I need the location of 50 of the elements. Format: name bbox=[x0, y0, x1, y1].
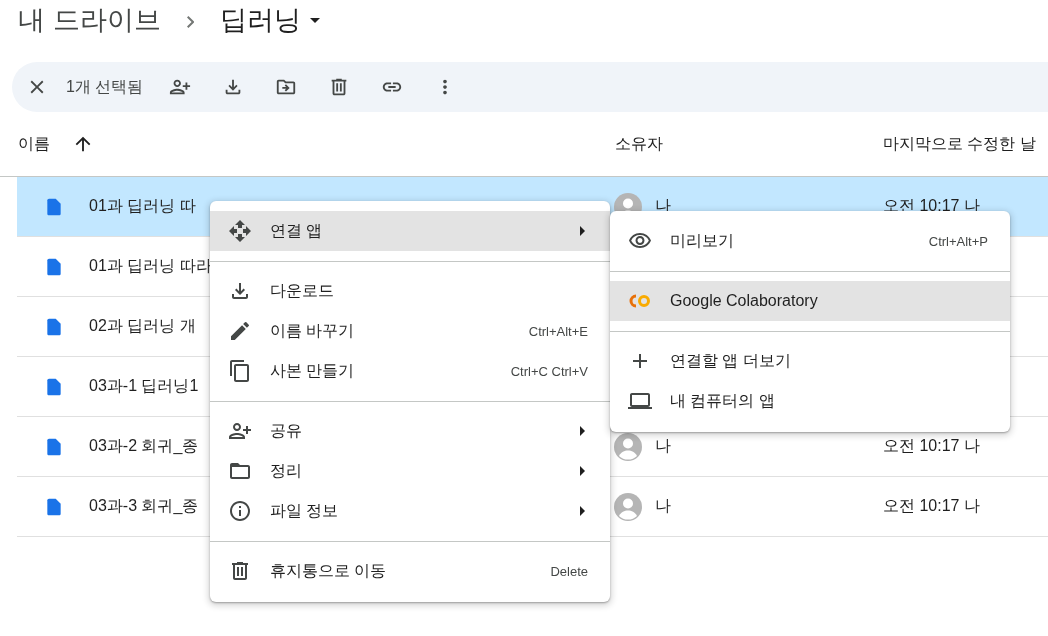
info-icon bbox=[228, 499, 252, 523]
submenu-arrow-icon bbox=[580, 466, 585, 476]
pencil-icon bbox=[228, 319, 252, 343]
menu-item[interactable]: Google Colaboratory bbox=[610, 281, 1010, 321]
column-header[interactable]: 마지막으로 수정한 날 bbox=[883, 133, 1036, 155]
copy-icon bbox=[228, 359, 252, 383]
file-name: 01과 딥러닝 따 bbox=[89, 196, 196, 216]
shortcut-label: Delete bbox=[550, 563, 589, 579]
submenu-arrow-icon bbox=[580, 506, 585, 516]
document-icon bbox=[44, 376, 64, 397]
document-icon bbox=[44, 256, 64, 277]
menu-item[interactable]: 연결할 앱 더보기 bbox=[610, 341, 1010, 381]
file-name: 03과-2 회귀_종 bbox=[89, 436, 199, 456]
column-header[interactable]: 이름 bbox=[18, 133, 50, 155]
document-icon bbox=[44, 316, 64, 337]
shortcut-label: Ctrl+Alt+E bbox=[528, 323, 589, 339]
menu-item[interactable]: 미리보기 Ctrl+Alt+P bbox=[610, 221, 1010, 261]
current-folder-button[interactable]: 딥러닝 bbox=[219, 0, 320, 40]
dropdown-caret-icon bbox=[309, 17, 320, 23]
shortcut-label: Ctrl+C Ctrl+V bbox=[510, 363, 589, 379]
document-icon bbox=[44, 496, 64, 517]
menu-item[interactable]: 휴지통으로 이동 Delete bbox=[210, 551, 610, 591]
chevron-right-icon bbox=[186, 16, 194, 28]
menu-item[interactable]: 공유 bbox=[210, 411, 610, 451]
menu-item[interactable]: 이름 바꾸기 Ctrl+Alt+E bbox=[210, 311, 610, 351]
move-arrows-icon bbox=[228, 219, 252, 243]
menu-item[interactable]: 파일 정보 bbox=[210, 491, 610, 531]
shortcut-label: Ctrl+Alt+P bbox=[928, 233, 989, 249]
file-name: 03과-3 회귀_종 bbox=[89, 496, 199, 516]
file-name: 02과 딥러닝 개 bbox=[89, 316, 196, 336]
menu-item[interactable]: 사본 만들기 Ctrl+C Ctrl+V bbox=[210, 351, 610, 391]
file-name: 01과 딥러닝 따라 bbox=[89, 256, 212, 276]
column-header[interactable]: 소유자 bbox=[615, 133, 663, 155]
owner-name: 나 bbox=[655, 496, 671, 516]
avatar-icon bbox=[614, 492, 642, 521]
menu-item[interactable]: 연결 앱 bbox=[210, 211, 610, 251]
document-icon bbox=[44, 196, 64, 217]
file-name: 03과-1 딥러닝1 bbox=[89, 376, 199, 396]
owner-name: 나 bbox=[655, 436, 671, 456]
submenu-arrow-icon bbox=[580, 426, 585, 436]
menu-item[interactable]: 내 컴퓨터의 앱 bbox=[610, 381, 1010, 421]
menu-item[interactable]: 정리 bbox=[210, 451, 610, 491]
modified-date: 오전 10:17 나 bbox=[883, 436, 980, 456]
modified-date: 오전 10:17 나 bbox=[883, 496, 980, 516]
colab-logo-icon bbox=[629, 294, 651, 308]
document-icon bbox=[44, 436, 64, 457]
menu-item[interactable]: 다운로드 bbox=[210, 271, 610, 311]
submenu-arrow-icon bbox=[580, 226, 585, 236]
breadcrumb-parent[interactable]: 내 드라이브 bbox=[18, 0, 161, 40]
selection-count: 1개 선택됨 bbox=[66, 76, 144, 97]
